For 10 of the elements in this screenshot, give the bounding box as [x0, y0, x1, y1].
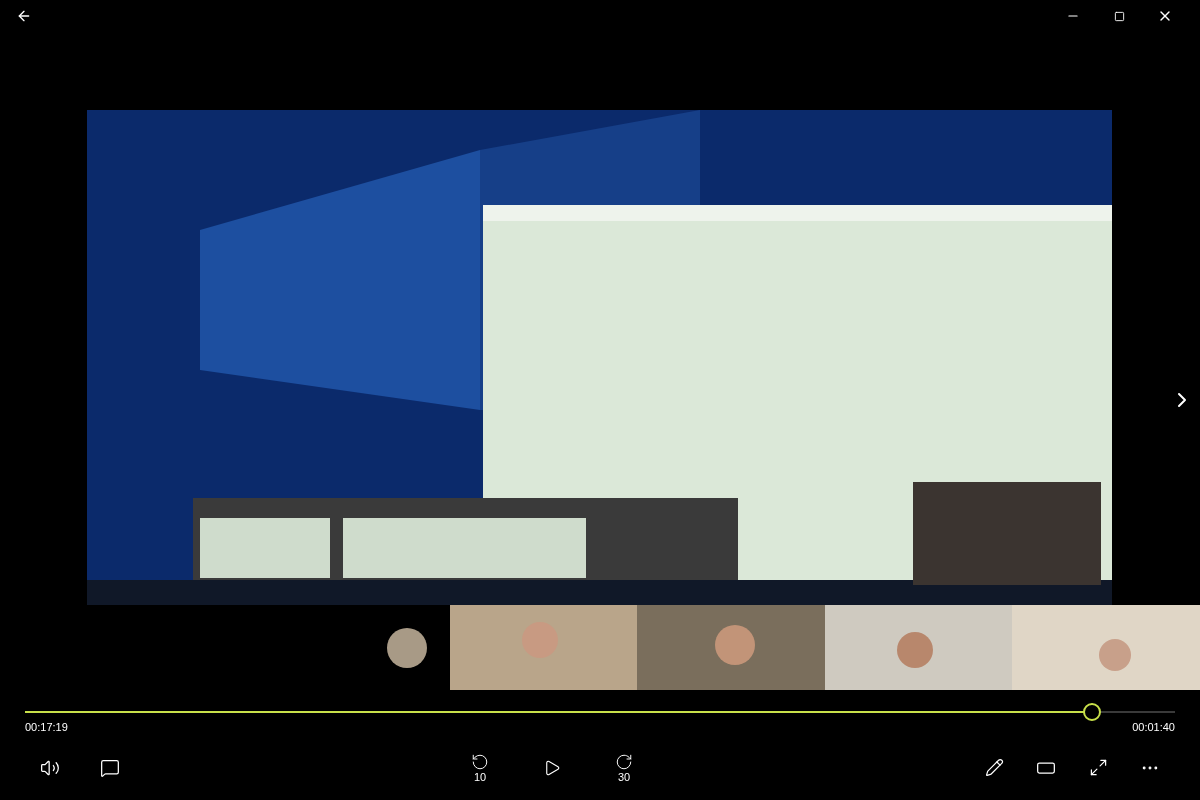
- skip-forward-button[interactable]: 30: [604, 743, 644, 792]
- skip-back-button[interactable]: 10: [460, 743, 500, 792]
- rewind-icon: [471, 752, 489, 771]
- progress-thumb[interactable]: [1083, 703, 1102, 721]
- progress-track[interactable]: [25, 703, 1175, 721]
- remaining-time: 00:01:40: [1132, 720, 1175, 735]
- forward-icon: [615, 752, 633, 771]
- elapsed-time: 00:17:19: [25, 720, 68, 735]
- back-icon[interactable]: [16, 8, 32, 24]
- maximize-icon[interactable]: [1113, 10, 1125, 22]
